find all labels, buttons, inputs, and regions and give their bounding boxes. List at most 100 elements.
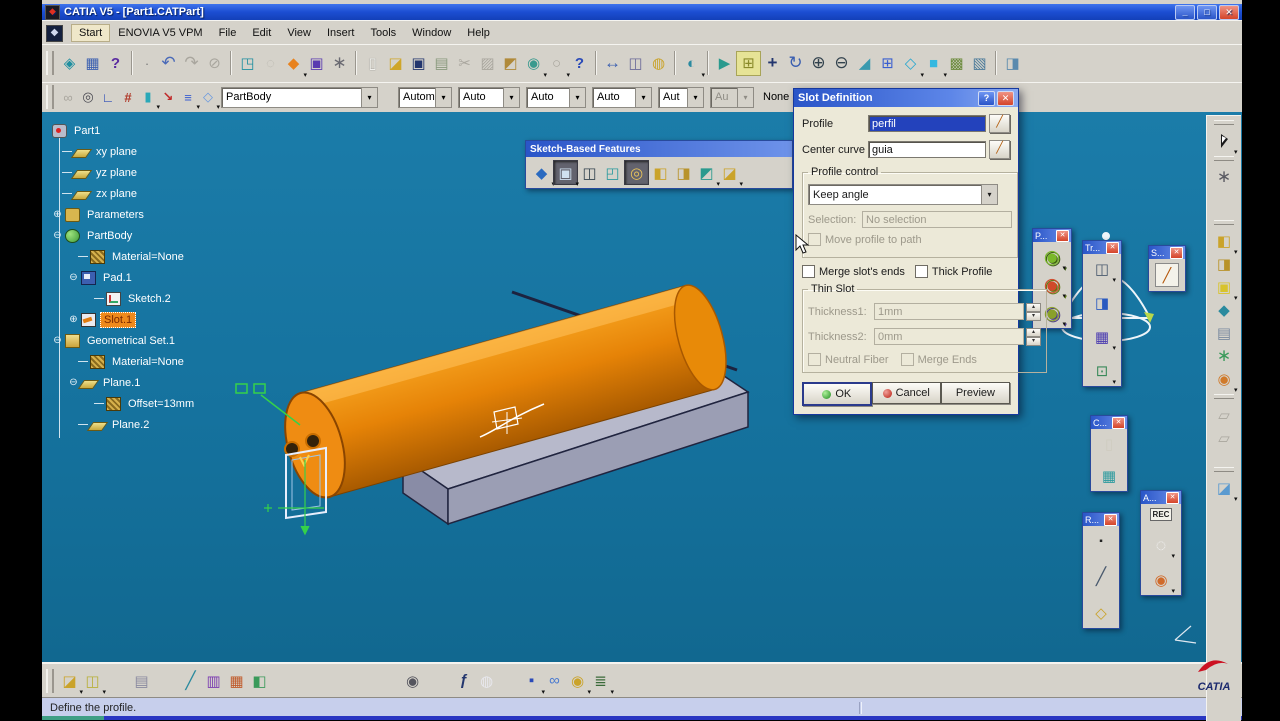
shaded-view-icon[interactable]: ■ <box>922 52 947 79</box>
toolbar-title[interactable]: Sketch-Based Features <box>526 141 792 157</box>
redo-icon[interactable]: ↷ <box>180 52 203 75</box>
tree-label[interactable]: Part1 <box>71 124 103 138</box>
expander-icon[interactable]: ⊖ <box>68 272 79 283</box>
close-icon[interactable]: ✕ <box>1104 513 1117 526</box>
swap-visible-icon[interactable]: ◧ <box>248 669 271 692</box>
new-document-icon[interactable]: ▯ <box>361 52 384 75</box>
pad-icon[interactable]: ◆ <box>530 161 555 189</box>
measure-between-icon[interactable]: ↔ <box>601 52 624 75</box>
shaft-dock-icon[interactable]: ▣ <box>1213 275 1238 303</box>
cylinder-tool-icon[interactable]: ▮ <box>138 87 160 111</box>
palette-title[interactable]: A... <box>1143 493 1157 503</box>
toolbar-grip[interactable] <box>46 85 54 109</box>
tree-label[interactable]: Sketch.2 <box>125 292 174 306</box>
palette-title[interactable]: P... <box>1035 231 1047 241</box>
document-icon[interactable]: ◆ <box>46 24 63 42</box>
close-icon[interactable]: ✕ <box>1106 241 1119 254</box>
box-frame-icon[interactable]: ▯ <box>1098 433 1120 455</box>
expander-icon[interactable]: ⊕ <box>52 209 63 220</box>
zoom-out-icon[interactable]: ⊖ <box>830 52 853 75</box>
context-help-icon[interactable]: ? <box>104 52 127 75</box>
fit-all-icon[interactable]: ⊞ <box>736 50 761 76</box>
tree-item-slot1[interactable]: ⊕ Slot.1 <box>52 309 197 330</box>
zoom-in-icon[interactable]: ⊕ <box>807 52 830 75</box>
cut-icon[interactable]: ✂ <box>453 52 476 75</box>
update-icon[interactable]: ◪ <box>58 669 83 697</box>
toolbar-grip[interactable] <box>46 668 54 693</box>
close-icon[interactable]: ✕ <box>1170 246 1183 259</box>
tree-label[interactable]: xy plane <box>93 145 140 159</box>
balloon-icon[interactable]: ◌ <box>1150 534 1175 561</box>
toolbar-grip[interactable] <box>1214 156 1234 161</box>
merge-slots-ends-checkbox[interactable] <box>802 265 815 278</box>
auto-combo-3[interactable]: Auto ▾ <box>526 86 586 108</box>
calculator-icon[interactable]: ▪ <box>520 669 545 696</box>
center-curve-input[interactable] <box>868 141 986 158</box>
pan-icon[interactable]: + <box>761 52 784 75</box>
palette-title[interactable]: C... <box>1093 418 1107 428</box>
toolbar-grip[interactable] <box>46 51 54 75</box>
tree-item-zx-plane[interactable]: zx plane <box>52 183 197 204</box>
close-icon[interactable]: ✕ <box>1112 416 1125 429</box>
toolbar-grip[interactable] <box>1214 220 1234 225</box>
chevron-down-icon[interactable]: ▾ <box>635 87 651 107</box>
close-icon[interactable]: ✕ <box>1166 491 1179 504</box>
toolbar-grip[interactable] <box>1214 394 1234 399</box>
sketch-button[interactable]: ╱ <box>989 114 1010 133</box>
quick-view-icon[interactable]: ◉ <box>522 52 547 79</box>
expander-icon[interactable]: ⊖ <box>52 335 63 346</box>
help-icon[interactable]: ? <box>978 90 995 106</box>
grid-icon[interactable]: ▦ <box>81 52 104 75</box>
undo-icon[interactable]: ↶ <box>157 52 180 75</box>
groove-dock-icon[interactable]: ◆ <box>1213 298 1236 321</box>
select-icon[interactable] <box>1213 129 1238 156</box>
formula-icon[interactable]: ƒ <box>452 669 475 692</box>
thick-profile-checkbox[interactable] <box>914 265 928 278</box>
axis-swap-icon[interactable]: ◫ <box>81 669 106 697</box>
tree-item-partbody[interactable]: ⊖ PartBody <box>52 225 197 246</box>
minimize-button[interactable]: _ <box>1175 4 1195 20</box>
3d-viewport[interactable]: Part1 xy plane yz plane zx plane ⊕ Param… <box>42 112 1242 662</box>
view-cube-icon[interactable]: ◳ <box>236 52 259 75</box>
tree-item-parameters[interactable]: ⊕ Parameters <box>52 204 197 225</box>
tree-item-xy-plane[interactable]: xy plane <box>52 141 197 162</box>
tree-item-part1[interactable]: Part1 <box>52 120 197 141</box>
save-icon[interactable]: ▣ <box>407 52 430 75</box>
tree-label[interactable]: Geometrical Set.1 <box>84 334 178 348</box>
tree-label[interactable]: Plane.2 <box>109 418 152 432</box>
palette-title[interactable]: R... <box>1085 515 1099 525</box>
chevron-down-icon[interactable]: ▾ <box>503 87 519 107</box>
chevron-down-icon[interactable]: ▾ <box>981 185 997 204</box>
menu-help[interactable]: Help <box>459 24 498 42</box>
keep-angle-combo[interactable]: Keep angle ▾ <box>808 184 998 205</box>
auto-combo-1[interactable]: Autom ▾ <box>398 86 452 108</box>
normal-view-icon[interactable]: ◢ <box>853 52 876 75</box>
maximize-button[interactable]: □ <box>1197 4 1217 20</box>
stiffener-icon[interactable]: ◩ <box>695 161 720 189</box>
tree-item-offset[interactable]: Offset=13mm <box>52 393 197 414</box>
prism-icon[interactable]: ◇ <box>198 87 220 111</box>
auto-combo-4[interactable]: Auto ▾ <box>592 86 652 108</box>
render-style2-icon[interactable]: ◨ <box>1001 52 1024 75</box>
comment-icon[interactable]: ◍ <box>475 669 498 692</box>
menu-window[interactable]: Window <box>404 24 459 42</box>
expander-icon[interactable]: ⊖ <box>68 377 79 388</box>
render-style-icon[interactable]: ▧ <box>968 52 991 75</box>
plane-tool-icon[interactable]: ◇ <box>1090 602 1112 624</box>
ok-button[interactable]: OK <box>802 382 872 406</box>
tree-label[interactable]: yz plane <box>93 166 140 180</box>
catalog-icon[interactable]: ◎ <box>78 87 98 107</box>
mirror-icon[interactable]: ◨ <box>1091 292 1113 314</box>
groove-icon[interactable]: ◰ <box>601 161 624 184</box>
chevron-down-icon[interactable]: ▾ <box>687 87 703 107</box>
pocket-dock-icon[interactable]: ◨ <box>1213 252 1236 275</box>
hole-dock-icon[interactable]: ▤ <box>1213 321 1236 344</box>
close-button[interactable]: ✕ <box>1219 4 1239 20</box>
close-icon[interactable]: ✕ <box>1056 229 1069 242</box>
profile-input[interactable] <box>868 115 986 132</box>
photo-icon[interactable]: ▥ <box>202 669 225 692</box>
paint-icon[interactable]: ╱ <box>179 669 202 692</box>
tree-item-material2[interactable]: Material=None <box>52 351 197 372</box>
menu-view[interactable]: View <box>279 24 319 42</box>
tree-label[interactable]: Parameters <box>84 208 147 222</box>
